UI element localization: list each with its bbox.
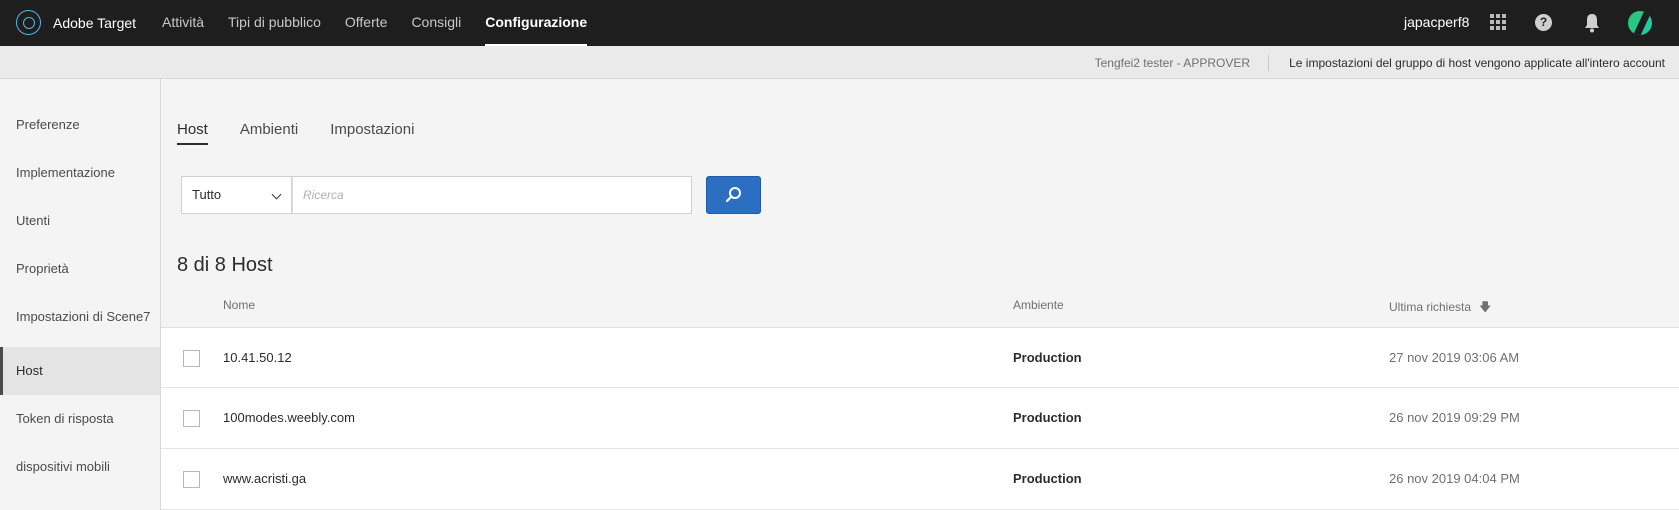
sidebar-item-utenti[interactable]: Utenti xyxy=(0,197,160,245)
host-name[interactable]: www.acristi.ga xyxy=(223,471,306,486)
host-count: 8 di 8 Host xyxy=(177,254,273,276)
user-role: Tengfei2 tester - APPROVER xyxy=(1094,56,1250,70)
main-nav: Attività Tipi di pubblico Offerte Consig… xyxy=(162,0,611,46)
user-name[interactable]: japacperf8 xyxy=(1404,0,1469,44)
divider xyxy=(1268,55,1269,71)
sidebar-item-host[interactable]: Host xyxy=(0,347,160,395)
sidebar-item-scene7[interactable]: Impostazioni di Scene7 xyxy=(0,293,160,341)
tab-bar: Host Ambienti Impostazioni xyxy=(177,121,446,145)
sidebar-item-implementazione[interactable]: Implementazione xyxy=(0,149,160,197)
table-row[interactable]: 10.41.50.12 Production 27 nov 2019 03:06… xyxy=(161,327,1679,388)
sidebar-item-dispositivi-mobili[interactable]: dispositivi mobili xyxy=(0,443,160,491)
main-content: Host Ambienti Impostazioni Tutto 8 di 8 … xyxy=(161,79,1679,510)
sidebar-item-preferenze[interactable]: Preferenze xyxy=(0,101,160,149)
table-row[interactable]: www.acristi.ga Production 26 nov 2019 04… xyxy=(161,449,1679,510)
host-name[interactable]: 100modes.weebly.com xyxy=(223,410,355,425)
help-icon[interactable]: ? xyxy=(1535,14,1552,31)
adobe-target-logo-icon xyxy=(16,10,41,35)
host-name[interactable]: 10.41.50.12 xyxy=(223,350,292,365)
search-button[interactable] xyxy=(706,176,761,214)
sidebar-item-token-di-risposta[interactable]: Token di risposta xyxy=(0,395,160,443)
table-body: 10.41.50.12 Production 27 nov 2019 03:06… xyxy=(161,327,1679,510)
host-environment: Production xyxy=(1013,350,1082,365)
row-checkbox[interactable] xyxy=(183,410,200,427)
host-environment: Production xyxy=(1013,410,1082,425)
column-header-ambiente[interactable]: Ambiente xyxy=(1013,298,1064,312)
chevron-down-icon xyxy=(271,189,282,200)
column-header-label: Ultima richiesta xyxy=(1389,300,1472,314)
tab-ambienti[interactable]: Ambienti xyxy=(240,121,298,145)
nav-item-attivita[interactable]: Attività xyxy=(162,0,204,46)
host-last-request: 26 nov 2019 09:29 PM xyxy=(1389,410,1520,425)
top-nav-bar: Adobe Target Attività Tipi di pubblico O… xyxy=(0,0,1679,46)
sidebar: Preferenze Implementazione Utenti Propri… xyxy=(0,79,161,510)
host-last-request: 27 nov 2019 03:06 AM xyxy=(1389,350,1520,365)
nav-item-offerte[interactable]: Offerte xyxy=(345,0,388,46)
tab-host[interactable]: Host xyxy=(177,121,208,145)
table-header: Nome Ambiente Ultima richiesta 🡇 xyxy=(161,292,1679,320)
sub-header: Tengfei2 tester - APPROVER Le impostazio… xyxy=(0,46,1679,79)
search-icon xyxy=(725,187,741,203)
search-input[interactable] xyxy=(292,176,692,214)
sidebar-item-proprieta[interactable]: Proprietà xyxy=(0,245,160,293)
row-checkbox[interactable] xyxy=(183,471,200,488)
column-header-nome[interactable]: Nome xyxy=(223,298,255,312)
nav-item-configurazione[interactable]: Configurazione xyxy=(485,0,588,46)
brand[interactable]: Adobe Target xyxy=(16,9,136,36)
nav-item-consigli[interactable]: Consigli xyxy=(411,0,461,46)
filter-selected: Tutto xyxy=(192,187,222,202)
avatar[interactable] xyxy=(1628,11,1652,35)
host-environment: Production xyxy=(1013,471,1082,486)
app-name: Adobe Target xyxy=(53,14,137,31)
row-checkbox[interactable] xyxy=(183,350,200,367)
filter-dropdown[interactable]: Tutto xyxy=(181,176,292,214)
host-group-note: Le impostazioni del gruppo di host vengo… xyxy=(1289,56,1665,70)
column-header-ultima-richiesta[interactable]: Ultima richiesta 🡇 xyxy=(1389,298,1491,319)
host-last-request: 26 nov 2019 04:04 PM xyxy=(1389,471,1520,486)
bell-icon[interactable] xyxy=(1583,13,1601,33)
apps-grid-icon[interactable] xyxy=(1490,14,1506,30)
sort-down-arrow-icon[interactable]: 🡇 xyxy=(1479,298,1491,319)
table-row[interactable]: 100modes.weebly.com Production 26 nov 20… xyxy=(161,388,1679,449)
tab-impostazioni[interactable]: Impostazioni xyxy=(330,121,414,145)
nav-item-tipi-di-pubblico[interactable]: Tipi di pubblico xyxy=(228,0,321,46)
